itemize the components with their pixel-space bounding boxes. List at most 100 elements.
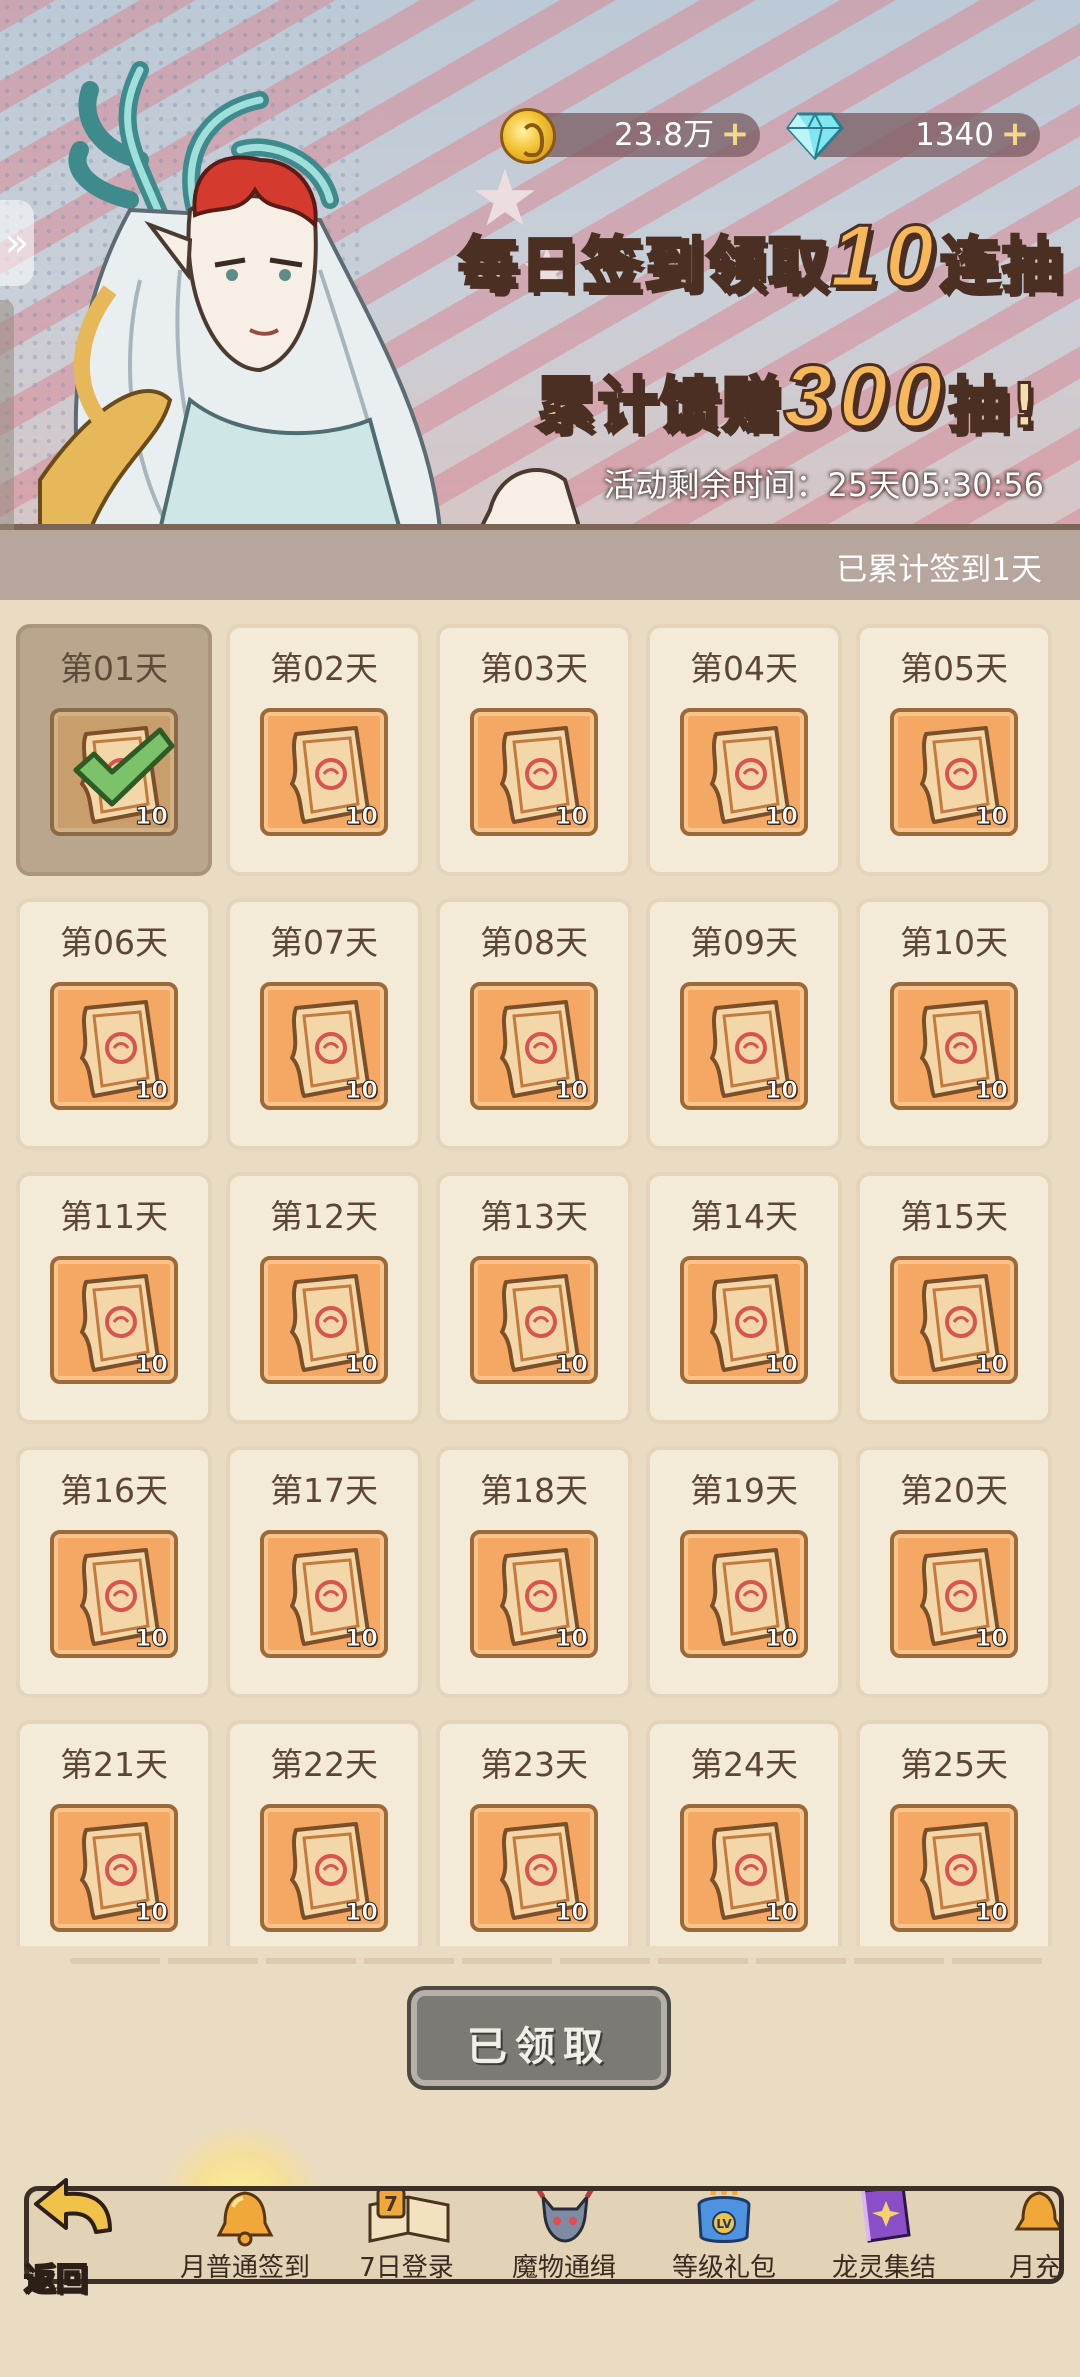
bell-icon [216, 2191, 274, 2247]
reward-quantity: 10 [554, 1350, 588, 1379]
day-card[interactable]: 第18天 10 [436, 1446, 632, 1698]
reward-slot[interactable]: 10 [890, 708, 1018, 836]
day-card[interactable]: 第23天 10 [436, 1720, 632, 1946]
day-label: 第01天 [20, 642, 208, 690]
reward-quantity: 10 [554, 1898, 588, 1927]
tab-monthly-signin[interactable]: 月普通签到 [165, 2191, 325, 2279]
day-label: 第20天 [860, 1464, 1048, 1512]
reward-slot[interactable]: 10 [680, 1530, 808, 1658]
reward-slot[interactable]: 10 [50, 982, 178, 1110]
day-card[interactable]: 第25天 10 [856, 1720, 1052, 1946]
day-card[interactable]: 第22天 10 [226, 1720, 422, 1946]
day-label: 第02天 [230, 642, 418, 690]
day-card[interactable]: 第13天 10 [436, 1172, 632, 1424]
reward-quantity: 10 [134, 1350, 168, 1379]
reward-slot[interactable]: 10 [680, 1256, 808, 1384]
day-card[interactable]: 第11天 10 [16, 1172, 212, 1424]
claim-button[interactable]: 已领取 [407, 1986, 671, 2090]
reward-slot[interactable]: 10 [890, 982, 1018, 1110]
tab-level-gift[interactable]: LV 等级礼包 [649, 2191, 799, 2279]
day-card[interactable]: 第15天 10 [856, 1172, 1052, 1424]
tab-dragon-spirit[interactable]: 龙灵集结 [809, 2191, 959, 2279]
back-arrow-icon[interactable] [30, 2170, 120, 2250]
add-gems-button[interactable]: + [1000, 117, 1030, 151]
reward-slot[interactable]: 10 [260, 1256, 388, 1384]
reward-slot[interactable]: 10 [470, 1256, 598, 1384]
day-card[interactable]: 第17天 10 [226, 1446, 422, 1698]
tab-7day-login-label: 7日登录 [359, 2253, 454, 2283]
reward-slot[interactable]: 10 [470, 708, 598, 836]
day-label: 第18天 [440, 1464, 628, 1512]
gift-bag-icon: LV [697, 2191, 751, 2243]
level-badge-text: LV [716, 2217, 732, 2231]
reward-quantity: 10 [554, 1624, 588, 1653]
day-label: 第23天 [440, 1738, 628, 1786]
day-card[interactable]: 第05天 10 [856, 624, 1052, 876]
demon-mask-icon [536, 2191, 594, 2243]
day-label: 第12天 [230, 1190, 418, 1238]
reward-slot[interactable]: 10 [470, 1804, 598, 1932]
signin-day-grid[interactable]: 第01天 10 第02天 10 第03天 10 第04天 10 第05天 10 第06天 10 第07天… [0, 600, 1080, 1946]
calendar-book-icon: 7 [368, 2191, 450, 2243]
day-label: 第05天 [860, 642, 1048, 690]
signin-count-bar: 已累计签到1天 [0, 530, 1080, 602]
day-card[interactable]: 第03天 10 [436, 624, 632, 876]
day-label: 第24天 [650, 1738, 838, 1786]
bell-icon [1014, 2191, 1059, 2231]
reward-quantity: 10 [134, 802, 168, 831]
tab-monthly-recharge[interactable]: 月充 [969, 2191, 1059, 2279]
day-card[interactable]: 第24天 10 [646, 1720, 842, 1946]
day-card[interactable]: 第07天 10 [226, 898, 422, 1150]
day-label: 第06天 [20, 916, 208, 964]
day-label: 第08天 [440, 916, 628, 964]
headline-total-suffix: 抽! [947, 370, 1040, 443]
day-card[interactable]: 第14天 10 [646, 1172, 842, 1424]
day-card[interactable]: 第20天 10 [856, 1446, 1052, 1698]
day-card[interactable]: 第08天 10 [436, 898, 632, 1150]
day-card[interactable]: 第06天 10 [16, 898, 212, 1150]
day-label: 第04天 [650, 642, 838, 690]
day-card[interactable]: 第10天 10 [856, 898, 1052, 1150]
reward-slot[interactable]: 10 [680, 1804, 808, 1932]
reward-slot[interactable]: 10 [470, 982, 598, 1110]
day-card[interactable]: 第19天 10 [646, 1446, 842, 1698]
reward-slot[interactable]: 10 [260, 1804, 388, 1932]
reward-slot[interactable]: 10 [680, 708, 808, 836]
day-card[interactable]: 第21天 10 [16, 1720, 212, 1946]
reward-slot[interactable]: 10 [680, 982, 808, 1110]
reward-slot[interactable]: 10 [50, 708, 178, 836]
day-label: 第19天 [650, 1464, 838, 1512]
add-coins-button[interactable]: + [720, 117, 750, 151]
back-button[interactable]: 返回 [23, 2254, 89, 2300]
day-label: 第14天 [650, 1190, 838, 1238]
reward-quantity: 10 [974, 1076, 1008, 1105]
reward-slot[interactable]: 10 [260, 1530, 388, 1658]
reward-slot[interactable]: 10 [260, 982, 388, 1110]
day-card[interactable]: 第12天 10 [226, 1172, 422, 1424]
day-card[interactable]: 第04天 10 [646, 624, 842, 876]
reward-slot[interactable]: 10 [890, 1804, 1018, 1932]
reward-quantity: 10 [344, 802, 378, 831]
day-card[interactable]: 第01天 10 [16, 624, 212, 876]
reward-slot[interactable]: 10 [50, 1530, 178, 1658]
reward-slot[interactable]: 10 [50, 1804, 178, 1932]
reward-slot[interactable]: 10 [470, 1530, 598, 1658]
day-card[interactable]: 第16天 10 [16, 1446, 212, 1698]
reward-slot[interactable]: 10 [890, 1530, 1018, 1658]
coin-counter: 23.8万 + [520, 113, 760, 157]
headline-total-prefix: 累计馈赠 [534, 370, 784, 443]
reward-slot[interactable]: 10 [260, 708, 388, 836]
reward-quantity: 10 [974, 802, 1008, 831]
day-card[interactable]: 第02天 10 [226, 624, 422, 876]
day-label: 第15天 [860, 1190, 1048, 1238]
headline-daily-number: 10 [829, 205, 940, 307]
reward-slot[interactable]: 10 [890, 1256, 1018, 1384]
day-card[interactable]: 第09天 10 [646, 898, 842, 1150]
tab-7day-login[interactable]: 7 7日登录 [334, 2191, 479, 2279]
side-expand-arrow-icon[interactable]: » [0, 200, 34, 286]
reward-quantity: 10 [974, 1624, 1008, 1653]
tab-monster-bounty[interactable]: 魔物通缉 [489, 2191, 639, 2279]
headline-total: 累计馈赠300抽! [534, 345, 1040, 447]
reward-slot[interactable]: 10 [50, 1256, 178, 1384]
reward-quantity: 10 [134, 1076, 168, 1105]
